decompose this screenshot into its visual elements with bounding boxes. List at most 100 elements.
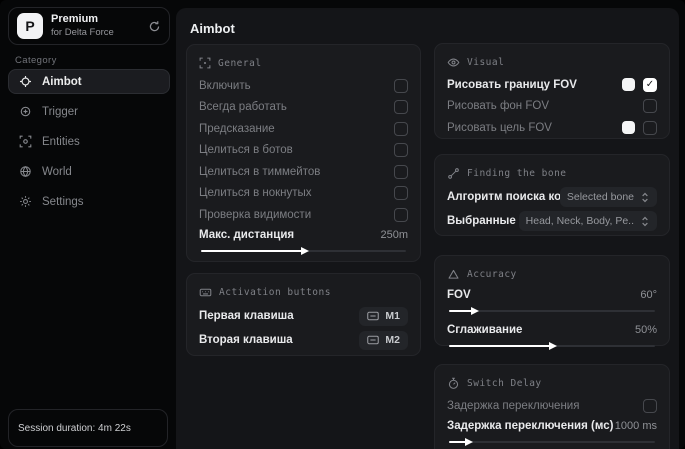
crosshair-frame-icon (199, 57, 211, 69)
panel-bone-header: Finding the bone (447, 165, 657, 181)
sidebar-item-label: Trigger (42, 105, 78, 118)
slider-label: FOV (447, 289, 471, 301)
toggle-row: Проверка видимости (199, 204, 408, 226)
toggle-label: Всегда работать (199, 101, 287, 114)
app-subtitle: for Delta Force (51, 26, 114, 38)
session-duration: Session duration: 4m 22s (8, 409, 168, 447)
keyboard-icon (367, 311, 380, 321)
checkbox[interactable] (643, 398, 657, 413)
toggle-label: Задержка переключения (447, 399, 580, 412)
toggle-label: Предсказание (199, 122, 275, 135)
slider-row: Сглаживание 50% (447, 321, 657, 339)
bone-icon (447, 167, 460, 180)
select-value: Selected bone (566, 191, 634, 203)
bone-algorithm-select[interactable]: Selected bone (559, 187, 657, 207)
checkbox[interactable] (643, 99, 657, 114)
app-title: Premium (51, 13, 99, 26)
sidebar-header: P Premium for Delta Force (8, 7, 170, 45)
toggle-label: Целиться в тиммейтов (199, 165, 321, 178)
checkbox[interactable] (394, 186, 408, 201)
slider-track (449, 440, 655, 443)
aimbot-crosshair-icon (19, 75, 32, 88)
switch-delay-slider[interactable] (447, 437, 657, 446)
keybind-label: Вторая клавиша (199, 334, 293, 346)
toggle-row: Включить (199, 75, 408, 97)
checkbox[interactable] (394, 143, 408, 158)
checkbox[interactable] (394, 207, 408, 222)
panel-activation-header: Activation buttons (199, 284, 408, 300)
keybind-value: M2 (385, 334, 400, 346)
toggle-label: Рисовать границу FOV (447, 78, 577, 91)
main-content: Aimbot General Включить Всегда работать (176, 8, 679, 449)
keybind-row: Первая клавиша M1 (199, 304, 408, 328)
slider-value: 50% (634, 324, 657, 336)
sync-icon[interactable] (148, 20, 161, 33)
keybind-label: Первая клавиша (199, 310, 294, 322)
category-label: Category (15, 55, 57, 66)
triangle-icon (447, 268, 460, 281)
sidebar-item-label: Entities (42, 135, 80, 148)
checkbox[interactable] (394, 121, 408, 136)
slider-label: Сглаживание (447, 324, 523, 336)
stopwatch-icon (447, 377, 460, 390)
sidebar-item-aimbot[interactable]: Aimbot (8, 69, 170, 94)
panel-switch-header: Switch Delay (447, 375, 657, 391)
max-distance-slider[interactable] (199, 246, 408, 255)
app-window: P Premium for Delta Force Category Aimbo… (0, 0, 685, 449)
keybind-value: M1 (385, 310, 400, 322)
sidebar-item-label: Settings (42, 195, 84, 208)
page-title: Aimbot (190, 21, 235, 36)
smoothing-slider[interactable] (447, 342, 657, 350)
select-label: Выбранные кос (447, 215, 519, 227)
trigger-icon (19, 105, 32, 118)
slider-row: Макс. дистанция 250m (199, 226, 408, 244)
color-swatch[interactable] (622, 78, 635, 92)
toggle-row: Целиться в ботов (199, 140, 408, 162)
slider-value: 250m (380, 228, 408, 241)
checkbox[interactable] (394, 100, 408, 115)
slider-fill (449, 307, 480, 315)
checkbox[interactable] (643, 77, 657, 92)
selected-bones-select[interactable]: Head, Neck, Body, Pe.. (518, 211, 657, 231)
sidebar-item-settings[interactable]: Settings (8, 189, 170, 214)
select-label: Алгоритм поиска кост (447, 191, 560, 203)
slider-fill (449, 437, 473, 446)
keyboard-icon (367, 335, 380, 345)
panel-activation-buttons: Activation buttons Первая клавиша M1 Вто… (186, 273, 421, 356)
sidebar-item-entities[interactable]: Entities (8, 129, 170, 154)
settings-gear-icon (19, 195, 32, 208)
eye-icon (447, 56, 460, 69)
keybind-button-m1[interactable]: M1 (359, 306, 408, 326)
fov-slider[interactable] (447, 307, 657, 315)
toggle-label: Включить (199, 79, 251, 92)
sidebar-item-world[interactable]: World (8, 159, 170, 184)
panel-switch-delay: Switch Delay Задержка переключения Задер… (434, 364, 670, 449)
checkbox[interactable] (394, 78, 408, 93)
sidebar-item-trigger[interactable]: Trigger (8, 99, 170, 124)
select-value: Head, Neck, Body, Pe.. (525, 215, 634, 227)
toggle-row: Рисовать цель FOV (447, 117, 657, 139)
checkbox[interactable] (643, 120, 657, 135)
panel-general-header: General (199, 55, 408, 71)
keybind-button-m2[interactable]: M2 (359, 330, 408, 350)
toggle-label: Целиться в нокнутых (199, 187, 312, 200)
slider-label: Задержка переключения (мс) (447, 419, 614, 432)
toggle-label: Рисовать цель FOV (447, 121, 552, 134)
slider-track (449, 310, 655, 312)
keyboard-icon (199, 286, 212, 299)
sidebar: P Premium for Delta Force Category Aimbo… (0, 0, 176, 449)
select-row: Выбранные кос Head, Neck, Body, Pe.. (447, 209, 657, 233)
checkbox[interactable] (394, 164, 408, 179)
toggle-row: Целиться в нокнутых (199, 183, 408, 205)
color-swatch[interactable] (622, 121, 635, 135)
panel-finding-bone: Finding the bone Алгоритм поиска кост Se… (434, 154, 670, 236)
panel-general: General Включить Всегда работать Предска… (186, 44, 421, 262)
toggle-row: Целиться в тиммейтов (199, 161, 408, 183)
toggle-row: Всегда работать (199, 97, 408, 119)
sidebar-item-label: Aimbot (42, 75, 82, 88)
sidebar-nav: Aimbot Trigger Entities World Settings (8, 69, 170, 214)
unfold-icon (640, 192, 650, 203)
session-duration-text: Session duration: 4m 22s (18, 422, 131, 434)
slider-value: 1000 ms (614, 419, 657, 432)
slider-fill (201, 246, 308, 255)
